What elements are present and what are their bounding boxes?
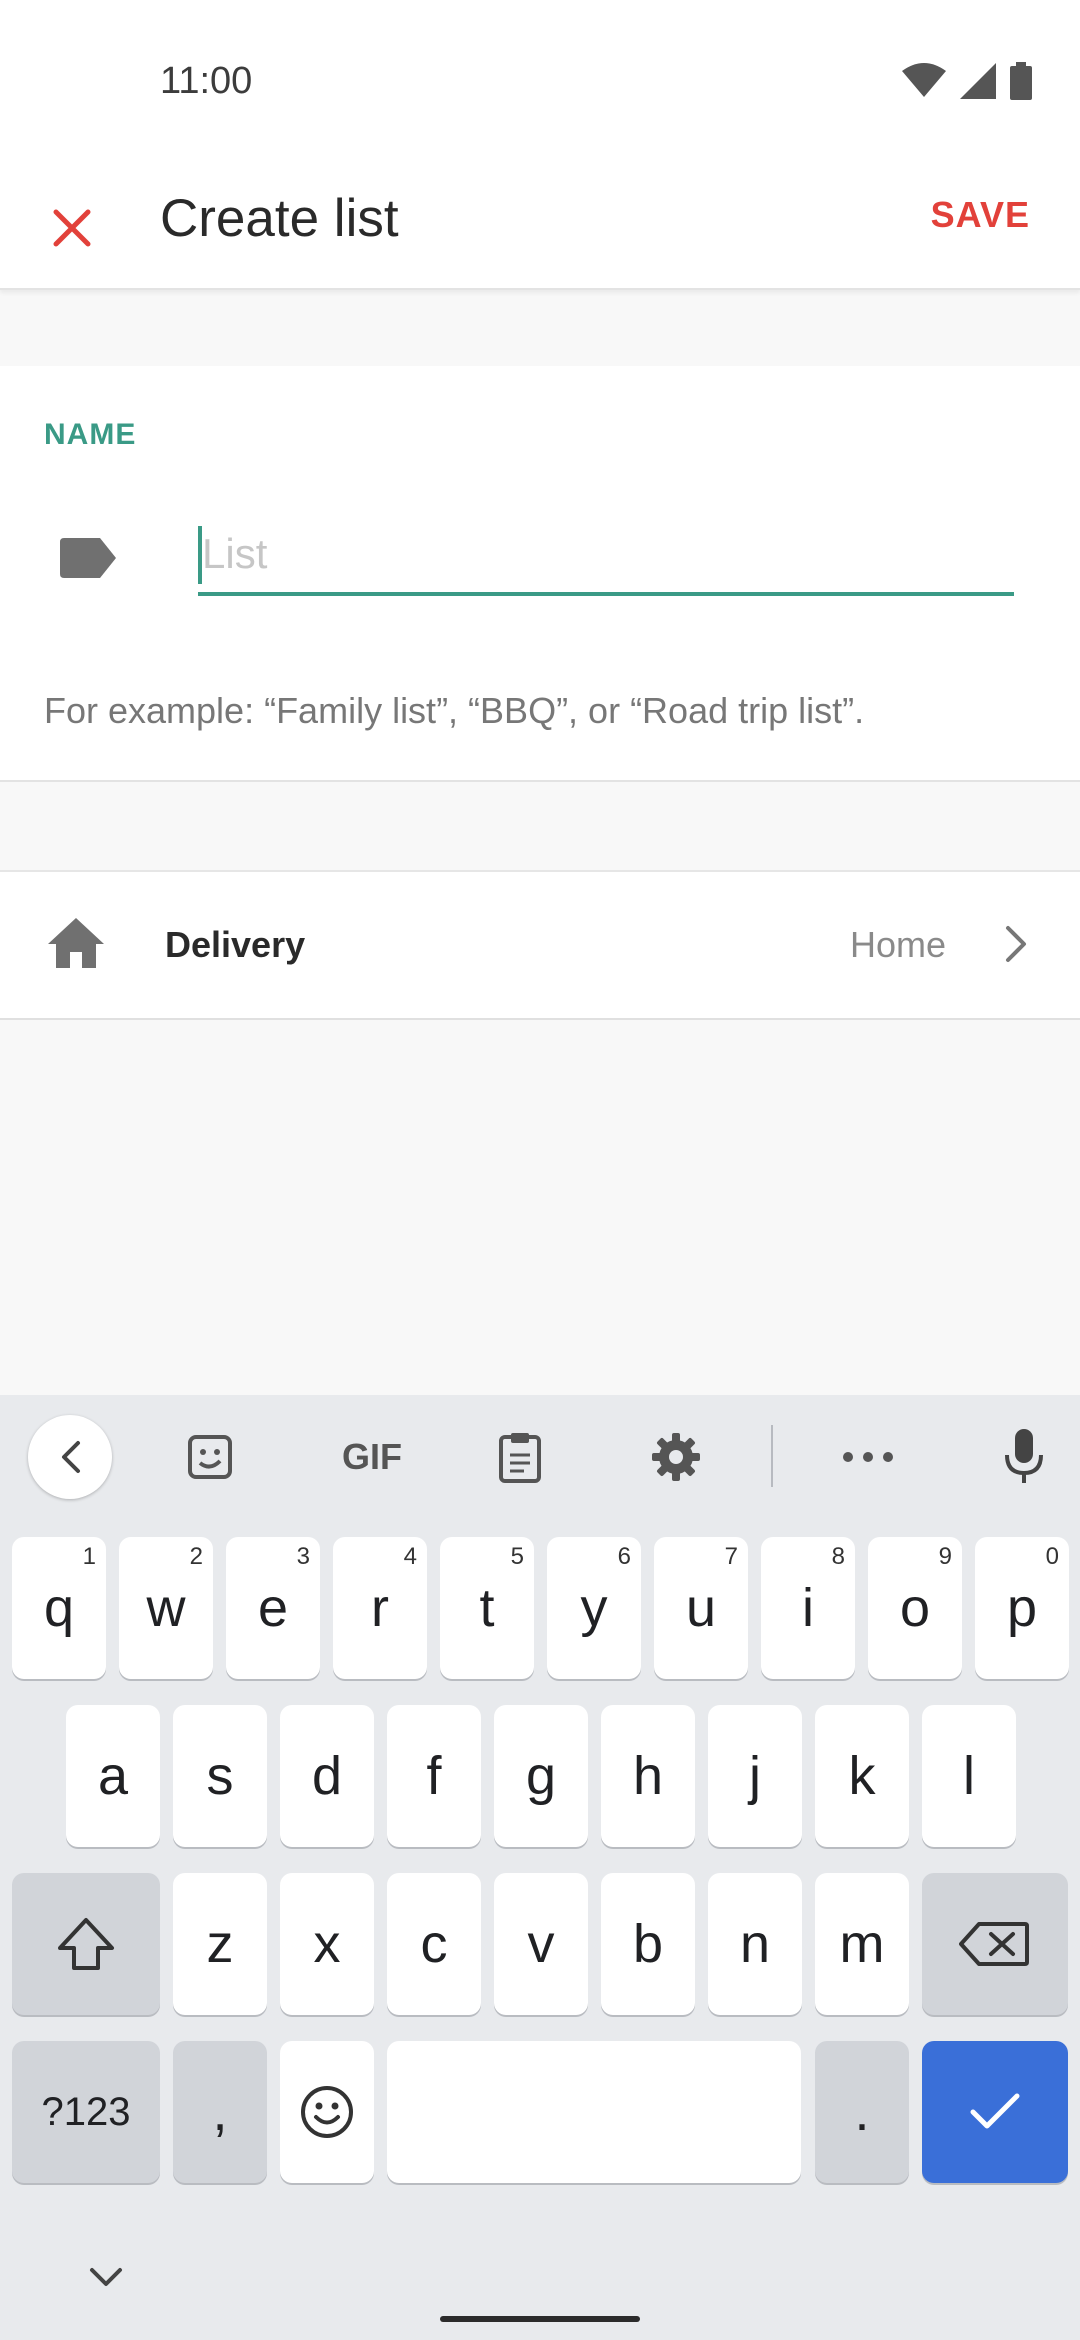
key-q[interactable]: q1 (12, 1537, 106, 1679)
toolbar-divider (771, 1425, 773, 1487)
period-key[interactable]: . (815, 2041, 909, 2183)
keyboard-back-button[interactable] (28, 1415, 112, 1499)
home-indicator[interactable] (440, 2316, 640, 2322)
home-icon (48, 918, 104, 968)
emoji-key[interactable] (280, 2041, 374, 2183)
settings-button[interactable] (634, 1415, 718, 1499)
key-n[interactable]: n (708, 1873, 802, 2015)
chevron-right-icon (1006, 926, 1026, 962)
key-c[interactable]: c (387, 1873, 481, 2015)
more-icon (843, 1452, 893, 1462)
backspace-icon (959, 1922, 1029, 1966)
key-t[interactable]: t5 (440, 1537, 534, 1679)
key-f[interactable]: f (387, 1705, 481, 1847)
key-s[interactable]: s (173, 1705, 267, 1847)
key-w[interactable]: w2 (119, 1537, 213, 1679)
page-title: Create list (160, 189, 399, 248)
save-button[interactable]: SAVE (931, 194, 1030, 236)
example-hint: For example: “Family list”, “BBQ”, or “R… (44, 690, 865, 731)
mic-button[interactable] (982, 1415, 1066, 1499)
backspace-key[interactable] (922, 1873, 1068, 2015)
mic-icon (1005, 1429, 1043, 1483)
key-d[interactable]: d (280, 1705, 374, 1847)
key-h[interactable]: h (601, 1705, 695, 1847)
key-i[interactable]: i8 (761, 1537, 855, 1679)
gif-button[interactable]: GIF (322, 1415, 422, 1499)
key-o[interactable]: o9 (868, 1537, 962, 1679)
name-label: NAME (44, 418, 137, 451)
done-key[interactable] (922, 2041, 1068, 2183)
shift-icon (58, 1918, 114, 1970)
keyboard-toolbar: GIF (0, 1395, 1080, 1515)
signal-icon (960, 63, 996, 99)
key-l[interactable]: l (922, 1705, 1016, 1847)
delivery-row[interactable]: Delivery Home (0, 870, 1080, 1020)
key-a[interactable]: a (66, 1705, 160, 1847)
key-g[interactable]: g (494, 1705, 588, 1847)
key-k[interactable]: k (815, 1705, 909, 1847)
gear-icon (652, 1433, 700, 1481)
delivery-label: Delivery (165, 924, 306, 965)
close-button[interactable] (36, 192, 108, 264)
key-p[interactable]: p0 (975, 1537, 1069, 1679)
text-cursor (198, 526, 202, 584)
emoji-icon (301, 2086, 353, 2138)
delivery-value: Home (849, 924, 946, 965)
battery-icon (1010, 62, 1032, 100)
keyboard: GIF q1 w2 e3 r4 t 5 y 6 u 7 i 8 o 9 p 0 … (0, 1395, 1080, 2340)
key-e[interactable]: e3 (226, 1537, 320, 1679)
status-time: 11:00 (160, 60, 253, 102)
key-y[interactable]: y6 (547, 1537, 641, 1679)
key-x[interactable]: x (280, 1873, 374, 2015)
symbols-key[interactable]: ?123 (12, 2041, 160, 2183)
clipboard-button[interactable] (478, 1415, 562, 1499)
list-name-input[interactable] (198, 516, 1014, 596)
back-icon (62, 1441, 80, 1473)
keyboard-hide-icon[interactable] (88, 2266, 124, 2288)
label-tag-icon (60, 538, 116, 578)
key-j[interactable]: j (708, 1705, 802, 1847)
status-icons (902, 62, 1032, 100)
sticker-icon (188, 1435, 232, 1479)
name-section: NAME For example: “Family list”, “BBQ”, … (0, 366, 1080, 782)
shift-key[interactable] (12, 1873, 160, 2015)
app-bar: Create list SAVE (0, 170, 1080, 290)
key-v[interactable]: v (494, 1873, 588, 2015)
gif-label: GIF (342, 1436, 402, 1477)
status-bar: 11:00 (0, 0, 1080, 170)
comma-key[interactable]: , (173, 2041, 267, 2183)
key-b[interactable]: b (601, 1873, 695, 2015)
key-m[interactable]: m (815, 1873, 909, 2015)
check-icon (970, 2093, 1020, 2129)
clipboard-icon (499, 1433, 541, 1483)
space-key[interactable] (387, 2041, 801, 2183)
key-u[interactable]: u7 (654, 1537, 748, 1679)
close-icon (53, 209, 91, 247)
key-z[interactable]: z (173, 1873, 267, 2015)
more-button[interactable] (826, 1415, 910, 1499)
wifi-icon (902, 63, 946, 97)
sticker-button[interactable] (168, 1415, 252, 1499)
key-r[interactable]: r4 (333, 1537, 427, 1679)
